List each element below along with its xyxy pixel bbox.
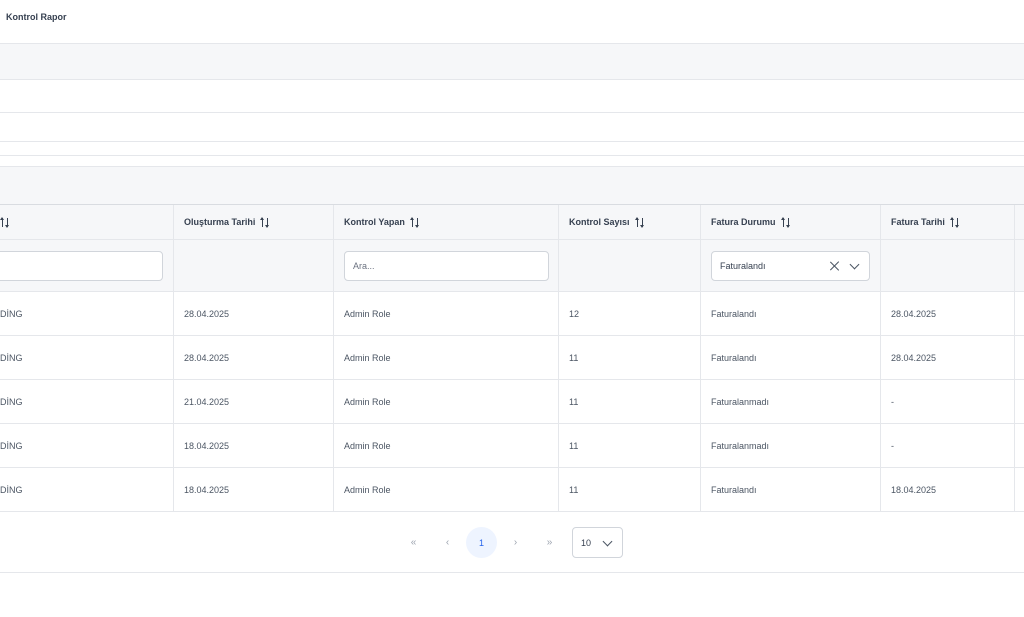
sort-icon[interactable] [260,216,271,228]
table-row[interactable]: DİNG 21.04.2025 Admin Role 11 Faturalanm… [0,380,1024,424]
sort-icon[interactable] [409,216,421,228]
column-header-fatura-durumu[interactable]: Fatura Durumu [701,205,881,239]
toolbar-band [0,43,1024,80]
rows-per-page-select[interactable]: 10 [572,527,623,558]
cell-first: DİNG [0,336,174,379]
cell-kontrol-sayisi: 11 [559,380,701,423]
column-header-overflow [1015,205,1024,239]
filter-cell: Faturalandı [701,240,881,291]
sort-icon[interactable] [634,216,646,228]
divider [0,141,1024,142]
cell-overflow [1015,468,1024,511]
clear-icon[interactable] [825,256,845,276]
filter-cell [559,240,701,291]
last-page-button[interactable]: » [534,527,565,558]
cell-first: DİNG [0,380,174,423]
column-header-kontrol-sayisi[interactable]: Kontrol Sayısı [559,205,701,239]
column-header-first[interactable] [0,205,174,239]
sort-icon[interactable] [0,216,11,228]
cell-overflow [1015,424,1024,467]
cell-fatura-tarihi: - [881,424,1015,467]
fatura-durumu-select[interactable]: Faturalandı [711,251,870,281]
cell-overflow [1015,292,1024,335]
table-row[interactable]: DİNG 18.04.2025 Admin Role 11 Faturaland… [0,468,1024,512]
filter-input-first[interactable] [0,251,163,281]
kontrol-yapan-search-input[interactable] [344,251,549,281]
divider [0,112,1024,113]
cell-fatura-tarihi: - [881,380,1015,423]
cell-kontrol-yapan: Admin Role [334,468,559,511]
page-button-current[interactable]: 1 [466,527,497,558]
chevron-down-icon[interactable] [598,533,618,553]
pagination: « ‹ 1 › » 10 [0,512,1024,573]
page-title: Kontrol Rapor [6,12,67,22]
cell-overflow [1015,336,1024,379]
column-header-fatura-tarihi[interactable]: Fatura Tarihi [881,205,1015,239]
fatura-durumu-selected-value: Faturalandı [720,261,766,271]
cell-first: DİNG [0,292,174,335]
table-row[interactable]: DİNG 28.04.2025 Admin Role 11 Faturaland… [0,336,1024,380]
table-row[interactable]: DİNG 28.04.2025 Admin Role 12 Faturaland… [0,292,1024,336]
cell-fatura-durumu: Faturalandı [701,292,881,335]
cell-kontrol-yapan: Admin Role [334,424,559,467]
cell-first: DİNG [0,424,174,467]
cell-kontrol-sayisi: 11 [559,336,701,379]
cell-overflow [1015,380,1024,423]
filter-cell [1015,240,1024,291]
rows-per-page-value: 10 [581,537,592,548]
cell-kontrol-yapan: Admin Role [334,292,559,335]
cell-kontrol-sayisi: 11 [559,468,701,511]
first-page-button[interactable]: « [398,527,429,558]
next-page-button[interactable]: › [500,527,531,558]
cell-olusturma-tarihi: 28.04.2025 [174,292,334,335]
cell-kontrol-yapan: Admin Role [334,336,559,379]
filter-cell [334,240,559,291]
table-header-row: Oluşturma Tarihi Kontrol Yapan Kontrol S… [0,204,1024,240]
sort-icon[interactable] [949,216,961,228]
cell-kontrol-sayisi: 12 [559,292,701,335]
cell-fatura-tarihi: 28.04.2025 [881,292,1015,335]
cell-fatura-durumu: Faturalandı [701,336,881,379]
cell-fatura-tarihi: 18.04.2025 [881,468,1015,511]
filter-cell [0,240,174,291]
table-filter-row: Faturalandı [0,240,1024,292]
table-row[interactable]: DİNG 18.04.2025 Admin Role 11 Faturalanm… [0,424,1024,468]
cell-fatura-durumu: Faturalandı [701,468,881,511]
cell-kontrol-sayisi: 11 [559,424,701,467]
prev-page-button[interactable]: ‹ [432,527,463,558]
cell-olusturma-tarihi: 28.04.2025 [174,336,334,379]
cell-olusturma-tarihi: 21.04.2025 [174,380,334,423]
chevron-down-icon[interactable] [845,256,865,276]
filter-cell [174,240,334,291]
table-caption-band [0,166,1024,204]
divider [0,155,1024,156]
cell-fatura-tarihi: 28.04.2025 [881,336,1015,379]
filter-cell [881,240,1015,291]
column-header-olusturma-tarihi[interactable]: Oluşturma Tarihi [174,205,334,239]
cell-fatura-durumu: Faturalanmadı [701,424,881,467]
cell-olusturma-tarihi: 18.04.2025 [174,468,334,511]
cell-first: DİNG [0,468,174,511]
column-header-kontrol-yapan[interactable]: Kontrol Yapan [334,205,559,239]
cell-kontrol-yapan: Admin Role [334,380,559,423]
cell-olusturma-tarihi: 18.04.2025 [174,424,334,467]
cell-fatura-durumu: Faturalanmadı [701,380,881,423]
sort-icon[interactable] [780,216,792,228]
